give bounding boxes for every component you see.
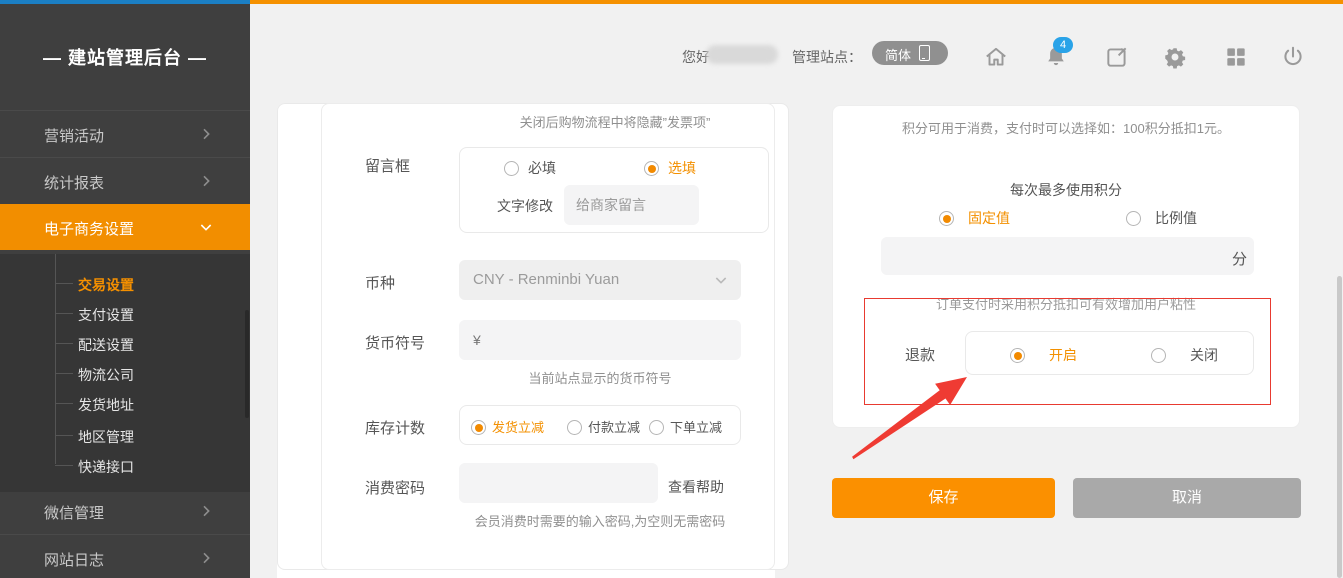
submenu-item-shipping-address[interactable]: 发货地址 — [0, 388, 250, 418]
message-box-group: 必填 选填 文字修改 给商家留言 — [459, 147, 769, 233]
currency-symbol-help: 当前站点显示的货币符号 — [459, 368, 741, 387]
top-strip-orange — [250, 0, 1343, 4]
view-help-link[interactable]: 查看帮助 — [668, 477, 724, 497]
home-icon[interactable] — [983, 44, 1009, 70]
submenu-item-trade-settings[interactable]: 交易设置 — [0, 268, 250, 298]
sidebar-item-marketing[interactable]: 营销活动 — [0, 110, 250, 158]
chevron-right-icon — [198, 126, 214, 142]
sidebar-scrollbar[interactable] — [245, 310, 249, 418]
save-button[interactable]: 保存 — [832, 478, 1055, 518]
cancel-button[interactable]: 取消 — [1073, 478, 1301, 518]
notification-count-badge: 4 — [1053, 37, 1073, 53]
consume-password-label: 消费密码 — [365, 477, 425, 498]
radio-optional-circle[interactable] — [644, 161, 659, 176]
page-scrollbar[interactable] — [1337, 276, 1342, 578]
admin-page: — 建站管理后台 — 营销活动 统计报表 电子商务设置 交易设置 支付设置 配送… — [0, 0, 1343, 578]
annotation-highlight-box — [864, 298, 1271, 405]
radio-ratio-value[interactable]: 比例值 — [1126, 208, 1197, 228]
stock-count-label: 库存计数 — [365, 417, 425, 438]
chevron-right-icon — [198, 550, 214, 566]
currency-symbol-input[interactable]: ¥ — [459, 320, 741, 360]
max-points-title: 每次最多使用积分 — [833, 180, 1299, 200]
radio-optional[interactable]: 选填 — [644, 158, 696, 178]
text-edit-label: 文字修改 — [497, 196, 553, 216]
radio-ship-deduct[interactable]: 发货立减 — [471, 417, 544, 437]
settings-gear-icon[interactable] — [1162, 44, 1188, 70]
consume-password-input[interactable] — [459, 463, 658, 503]
sidebar-title: — 建站管理后台 — — [0, 44, 250, 70]
radio-fixed-value[interactable]: 固定值 — [939, 208, 1010, 228]
consume-password-help: 会员消费时需要的输入密码,为空则无需密码 — [420, 511, 780, 530]
points-usage-note: 积分可用于消费，支付时可以选择如：100积分抵扣1元。 — [833, 118, 1299, 137]
mobile-preview-icon — [919, 45, 930, 61]
username-redacted — [706, 45, 778, 64]
managed-site-label: 管理站点： — [792, 47, 862, 67]
sidebar-item-reports[interactable]: 统计报表 — [0, 157, 250, 205]
max-points-input[interactable] — [881, 237, 1254, 275]
sidebar-item-ecommerce-settings[interactable]: 电子商务设置 — [0, 204, 250, 250]
stock-count-group: 发货立减 付款立减 下单立减 — [459, 405, 741, 445]
currency-select[interactable]: CNY - Renminbi Yuan — [459, 260, 741, 300]
submenu-item-express-interface[interactable]: 快递接口 — [0, 450, 250, 480]
currency-symbol-label: 货币符号 — [365, 332, 425, 353]
currency-label: 币种 — [365, 272, 395, 293]
radio-required[interactable]: 必填 — [504, 158, 556, 178]
radio-order-deduct[interactable]: 下单立减 — [649, 417, 722, 437]
edit-icon[interactable] — [1104, 44, 1130, 70]
message-text-input[interactable]: 给商家留言 — [564, 185, 699, 225]
message-box-label: 留言框 — [365, 155, 410, 176]
radio-required-circle[interactable] — [504, 161, 519, 176]
chevron-down-icon — [713, 272, 729, 288]
sidebar-item-site-log[interactable]: 网站日志 — [0, 534, 250, 578]
submenu-item-region-management[interactable]: 地区管理 — [0, 420, 250, 450]
radio-pay-deduct[interactable]: 付款立减 — [567, 417, 640, 437]
submenu-item-delivery-settings[interactable]: 配送设置 — [0, 328, 250, 358]
apps-grid-icon[interactable] — [1223, 44, 1249, 70]
chevron-down-icon — [198, 219, 214, 235]
chevron-right-icon — [198, 173, 214, 189]
site-language-selector[interactable]: 简体 — [872, 41, 948, 65]
site-language-value: 简体 — [885, 45, 911, 64]
invoice-note: 关闭后购物流程中将隐藏”发票项” — [470, 112, 760, 131]
logout-power-icon[interactable] — [1280, 44, 1306, 70]
sidebar-item-wechat[interactable]: 微信管理 — [0, 488, 250, 535]
chevron-right-icon — [198, 503, 214, 519]
points-unit-suffix: 分 — [1232, 248, 1247, 269]
submenu-item-logistics-company[interactable]: 物流公司 — [0, 358, 250, 388]
submenu-item-payment-settings[interactable]: 支付设置 — [0, 298, 250, 328]
sidebar: — 建站管理后台 — 营销活动 统计报表 电子商务设置 交易设置 支付设置 配送… — [0, 4, 250, 578]
